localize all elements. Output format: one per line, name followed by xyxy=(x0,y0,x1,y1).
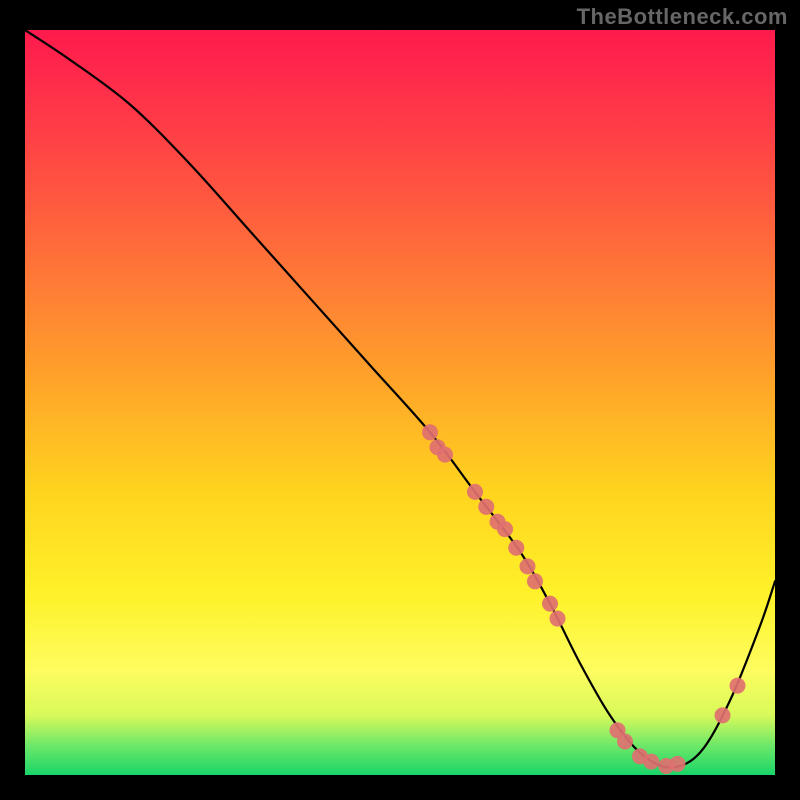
data-point xyxy=(527,573,543,589)
data-point xyxy=(542,596,558,612)
curve-svg xyxy=(25,30,775,775)
data-point xyxy=(467,484,483,500)
data-point xyxy=(617,733,633,749)
data-point xyxy=(520,558,536,574)
data-point xyxy=(497,521,513,537)
data-point xyxy=(643,754,659,770)
data-point xyxy=(508,540,524,556)
data-point xyxy=(550,611,566,627)
data-point xyxy=(422,424,438,440)
watermark-text: TheBottleneck.com xyxy=(577,4,788,30)
data-point xyxy=(670,756,686,772)
plot-area xyxy=(25,30,775,775)
bottleneck-curve xyxy=(25,30,775,768)
data-point xyxy=(730,678,746,694)
data-point xyxy=(478,499,494,515)
data-point xyxy=(715,707,731,723)
chart-stage: TheBottleneck.com xyxy=(0,0,800,800)
data-points xyxy=(422,424,746,774)
data-point xyxy=(437,447,453,463)
